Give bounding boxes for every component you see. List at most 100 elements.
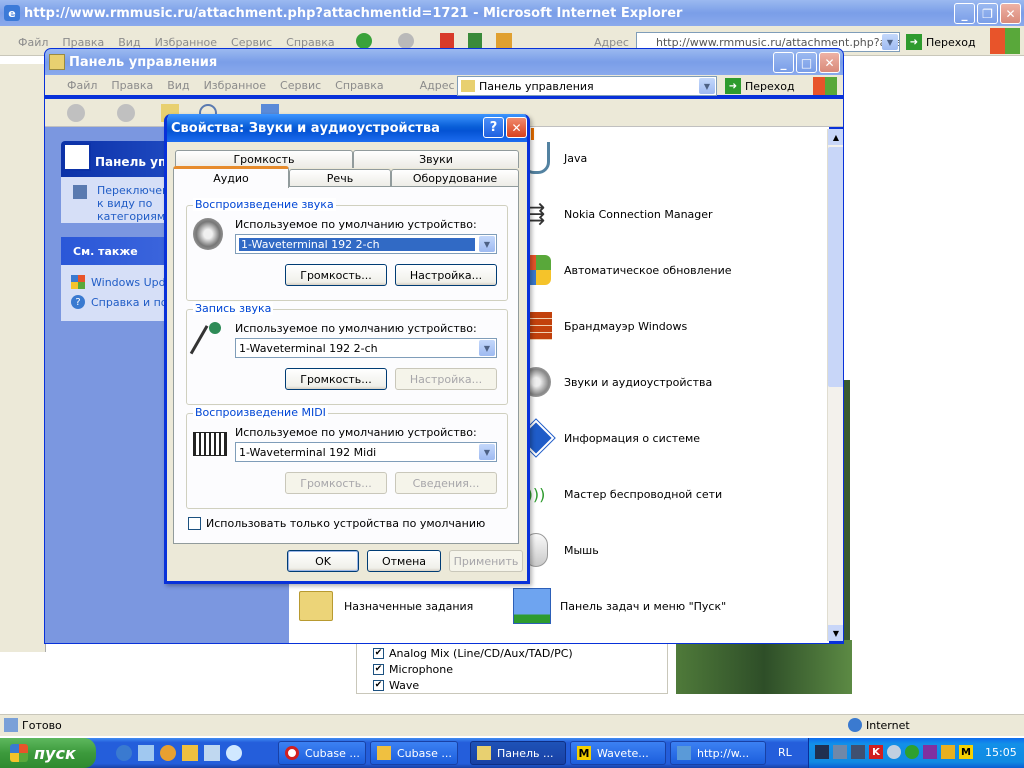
task-waveterminal[interactable]: M Wavete... bbox=[570, 741, 666, 765]
cp-menu-tools[interactable]: Сервис bbox=[280, 79, 321, 92]
recording-volume-button[interactable]: Громкость... bbox=[285, 368, 387, 390]
cp-switch-view-link[interactable]: Переключение к виду по категориям bbox=[97, 184, 183, 223]
cp-item-auto-update[interactable]: Автоматическое обновление bbox=[516, 250, 732, 290]
ie-menu-view[interactable]: Вид bbox=[118, 36, 140, 49]
tray-monitor-icon[interactable] bbox=[851, 745, 865, 759]
ie-maximize-button[interactable]: ❐ bbox=[977, 3, 998, 24]
cp-item-system-info[interactable]: Информация о системе bbox=[516, 418, 700, 458]
playback-volume-button[interactable]: Громкость... bbox=[285, 264, 387, 286]
cp-item-nokia[interactable]: ⇶ Nokia Connection Manager bbox=[516, 194, 713, 234]
chevron-down-icon[interactable]: ▼ bbox=[479, 236, 495, 252]
ie-menu-edit[interactable]: Правка bbox=[62, 36, 104, 49]
start-button[interactable]: пуск bbox=[0, 738, 96, 768]
only-default-checkbox[interactable] bbox=[188, 517, 201, 530]
ie-menu-tools[interactable]: Сервис bbox=[231, 36, 272, 49]
language-indicator[interactable]: RL bbox=[778, 746, 792, 759]
midi-volume-button[interactable]: Громкость... bbox=[285, 472, 387, 494]
ie-back-icon[interactable] bbox=[356, 33, 372, 49]
ie-go-button[interactable]: ➜ Переход bbox=[906, 34, 976, 50]
sound-properties-dialog: Свойства: Звуки и аудиоустройства ? ✕ Гр… bbox=[164, 114, 530, 584]
cp-menu-help[interactable]: Справка bbox=[335, 79, 383, 92]
cp-menu-favorites[interactable]: Избранное bbox=[204, 79, 266, 92]
cp-item-firewall[interactable]: Брандмауэр Windows bbox=[516, 306, 687, 346]
check-icon[interactable]: ✔ bbox=[373, 648, 384, 659]
ie-forward-icon[interactable] bbox=[398, 33, 414, 49]
cp-menu-file[interactable]: Файл bbox=[67, 79, 97, 92]
ie-refresh-icon[interactable] bbox=[468, 33, 482, 49]
switch-view-icon bbox=[73, 185, 87, 199]
cp-item-wireless[interactable]: ))) Мастер беспроводной сети bbox=[516, 474, 723, 514]
ok-button[interactable]: OK bbox=[287, 550, 359, 572]
ie-minimize-button[interactable]: _ bbox=[954, 3, 975, 24]
tray-green-icon[interactable] bbox=[905, 745, 919, 759]
tab-hardware[interactable]: Оборудование bbox=[391, 169, 519, 187]
recording-group-label: Запись звука bbox=[193, 302, 274, 315]
app-quicklaunch-icon[interactable] bbox=[138, 745, 154, 761]
cp-go-button[interactable]: ➜ Переход bbox=[725, 78, 795, 94]
dialog-close-button[interactable]: ✕ bbox=[506, 117, 527, 138]
playback-device-select[interactable]: 1-Waveterminal 192 2-ch ▼ bbox=[235, 234, 497, 254]
cancel-button[interactable]: Отмена bbox=[367, 550, 441, 572]
tray-m-icon[interactable]: M bbox=[959, 745, 973, 759]
back-icon[interactable] bbox=[67, 104, 85, 122]
chevron-down-icon[interactable]: ▼ bbox=[479, 340, 495, 356]
cp-close-button[interactable]: ✕ bbox=[819, 52, 840, 73]
cp-maximize-button[interactable]: □ bbox=[796, 52, 817, 73]
task-cubase-1[interactable]: Cubase ... bbox=[278, 741, 366, 765]
tray-purple-icon[interactable] bbox=[923, 745, 937, 759]
check-icon[interactable]: ✔ bbox=[373, 680, 384, 691]
ie-close-button[interactable]: ✕ bbox=[1000, 3, 1021, 24]
tab-audio[interactable]: Аудио bbox=[173, 166, 289, 188]
midi-about-button[interactable]: Сведения... bbox=[395, 472, 497, 494]
task-cubase-2[interactable]: Cubase ... bbox=[370, 741, 458, 765]
ie-menu-favorites[interactable]: Избранное bbox=[155, 36, 217, 49]
bg-mixer-panel: ✔ Analog Mix (Line/CD/Aux/TAD/PC) ✔ Micr… bbox=[356, 640, 668, 694]
midi-keyboard-icon bbox=[193, 432, 227, 456]
app4-quicklaunch-icon[interactable] bbox=[226, 745, 242, 761]
playback-settings-button[interactable]: Настройка... bbox=[395, 264, 497, 286]
check-icon[interactable]: ✔ bbox=[373, 664, 384, 675]
task-ie[interactable]: http://w... bbox=[670, 741, 766, 765]
control-panel-icon bbox=[49, 54, 65, 70]
chevron-down-icon[interactable]: ▼ bbox=[479, 444, 495, 460]
midi-device-select[interactable]: 1-Waveterminal 192 Midi ▼ bbox=[235, 442, 497, 462]
app3-quicklaunch-icon[interactable] bbox=[204, 745, 220, 761]
ie-menu-help[interactable]: Справка bbox=[286, 36, 334, 49]
tab-sounds[interactable]: Звуки bbox=[353, 150, 519, 168]
recording-settings-button[interactable]: Настройка... bbox=[395, 368, 497, 390]
only-default-checkbox-row[interactable]: Использовать только устройства по умолча… bbox=[188, 517, 485, 530]
task-control-panel[interactable]: Панель ... bbox=[470, 741, 566, 765]
tab-speech[interactable]: Речь bbox=[289, 169, 391, 187]
cp-address-dropdown-icon[interactable]: ▼ bbox=[699, 78, 715, 94]
scroll-up-icon[interactable]: ▲ bbox=[828, 129, 843, 145]
cp-menu-view[interactable]: Вид bbox=[167, 79, 189, 92]
cp-item-scheduled-tasks[interactable]: Назначенные задания bbox=[296, 586, 473, 626]
quick-launch bbox=[116, 745, 242, 761]
tray-network-icon[interactable] bbox=[833, 745, 847, 759]
cubase-icon bbox=[377, 746, 391, 760]
ie-home-icon[interactable] bbox=[496, 33, 512, 49]
cp-item-taskbar[interactable]: Панель задач и меню "Пуск" bbox=[512, 586, 726, 626]
scroll-thumb[interactable] bbox=[828, 147, 843, 387]
cp-scrollbar[interactable]: ▲ ▼ bbox=[827, 129, 843, 641]
tray-app-icon[interactable] bbox=[941, 745, 955, 759]
ie-address-dropdown-icon[interactable]: ▼ bbox=[882, 34, 898, 50]
media-quicklaunch-icon[interactable] bbox=[160, 745, 176, 761]
ie-windows-logo-icon bbox=[990, 28, 1020, 54]
tray-k-icon[interactable]: K bbox=[869, 745, 883, 759]
dialog-help-button[interactable]: ? bbox=[483, 117, 504, 138]
cp-menu-edit[interactable]: Правка bbox=[111, 79, 153, 92]
cp-address-input[interactable]: Панель управления ▼ bbox=[457, 76, 717, 96]
apply-button[interactable]: Применить bbox=[449, 550, 523, 572]
ie-quicklaunch-icon[interactable] bbox=[116, 745, 132, 761]
tray-shield-icon[interactable] bbox=[815, 745, 829, 759]
cp-minimize-button[interactable]: _ bbox=[773, 52, 794, 73]
ie-menu-file[interactable]: Файл bbox=[18, 36, 48, 49]
app2-quicklaunch-icon[interactable] bbox=[182, 745, 198, 761]
forward-icon[interactable] bbox=[117, 104, 135, 122]
tray-globe-icon[interactable] bbox=[887, 745, 901, 759]
recording-device-select[interactable]: 1-Waveterminal 192 2-ch ▼ bbox=[235, 338, 497, 358]
cp-item-sounds[interactable]: Звуки и аудиоустройства bbox=[516, 362, 712, 402]
ie-stop-icon[interactable] bbox=[440, 33, 454, 49]
scroll-down-icon[interactable]: ▼ bbox=[828, 625, 843, 641]
